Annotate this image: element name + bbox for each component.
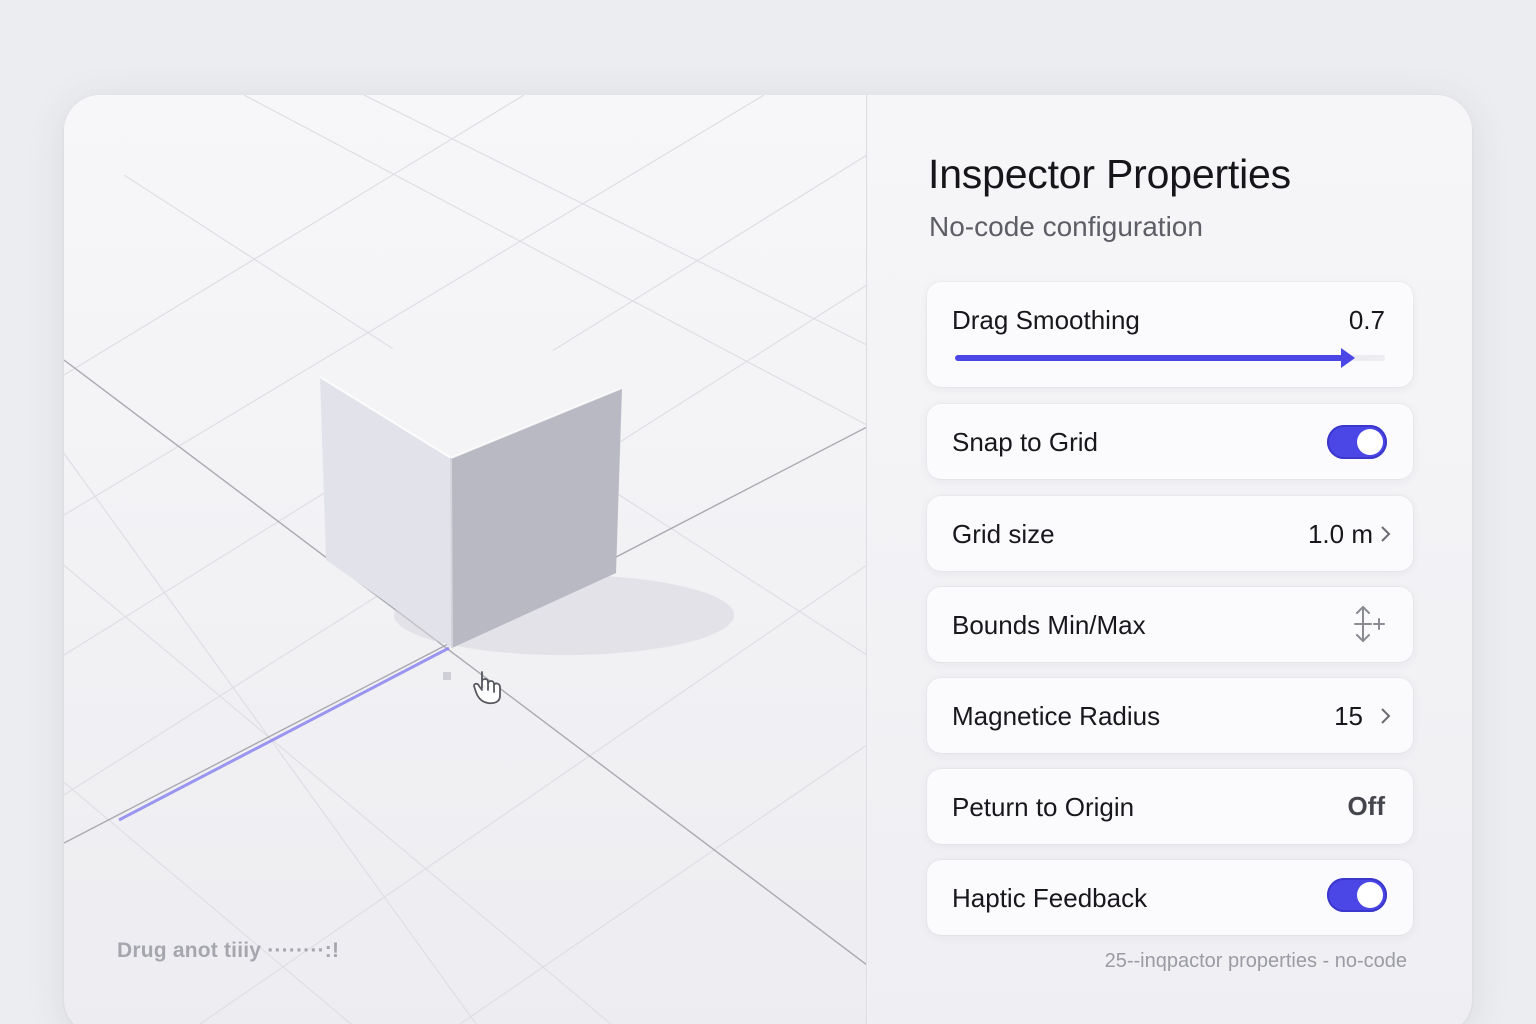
viewport-caption: Drug anot tiiiy ········:! [117,939,340,962]
drag-smoothing-fill [955,355,1343,361]
return-to-origin-value[interactable]: Off [1347,791,1385,822]
scene-viewport[interactable]: Drug anot tiiiy ········:! [64,95,867,1024]
haptic-feedback-label: Haptic Feedback [952,883,1148,913]
return-to-origin-label: Peturn to Origin [952,792,1135,822]
magnetic-radius-value: 15 [1334,701,1363,731]
grid-size-value: 1.0 m [1307,519,1373,549]
inspector-subtitle: No-code configuration [929,211,1203,242]
drag-smoothing-handle[interactable] [1341,348,1355,368]
footer-note: 25--inqpactor properties - no-code [1104,950,1407,972]
toggle-knob [1357,882,1383,908]
bounds-label: Bounds Min/Max [952,610,1146,640]
app-window: Drug anot tiiiy ········:! Inspector Pro… [64,95,1472,1024]
scene-canvas [64,95,866,1024]
snap-to-grid-toggle[interactable] [1327,425,1387,459]
inspector-panel: Inspector Properties No-code configurati… [868,95,1472,1024]
drag-axis-highlight [118,646,450,822]
toggle-knob [1357,429,1383,455]
haptic-feedback-row[interactable]: Haptic Feedback [927,860,1413,935]
hand-pointer-icon [473,671,501,705]
grid-size-row[interactable]: Grid size 1.0 m [927,496,1413,571]
drag-smoothing-value: 0.7 [1348,305,1385,335]
inspector-title: Inspector Properties [928,151,1291,197]
drag-smoothing-label: Drag Smoothing [952,305,1140,335]
chevron-right-icon [1381,526,1391,542]
snap-to-grid-row[interactable]: Snap to Grid [927,404,1413,479]
magnetic-radius-row[interactable]: Magnetice Radius 15 [927,678,1413,753]
snap-to-grid-label: Snap to Grid [952,427,1098,457]
chevron-right-icon [1381,708,1391,724]
magnetic-radius-label: Magnetice Radius [952,701,1161,731]
grid-size-label: Grid size [952,519,1055,549]
bounds-row[interactable]: Bounds Min/Max [927,587,1413,662]
return-to-origin-row[interactable]: Peturn to Origin Off [927,769,1413,844]
drag-smoothing-row: Drag Smoothing 0.7 [927,282,1413,387]
vertical-resize-plus-icon [1354,605,1385,643]
haptic-feedback-toggle[interactable] [1327,878,1387,912]
drag-origin-marker [443,672,451,680]
